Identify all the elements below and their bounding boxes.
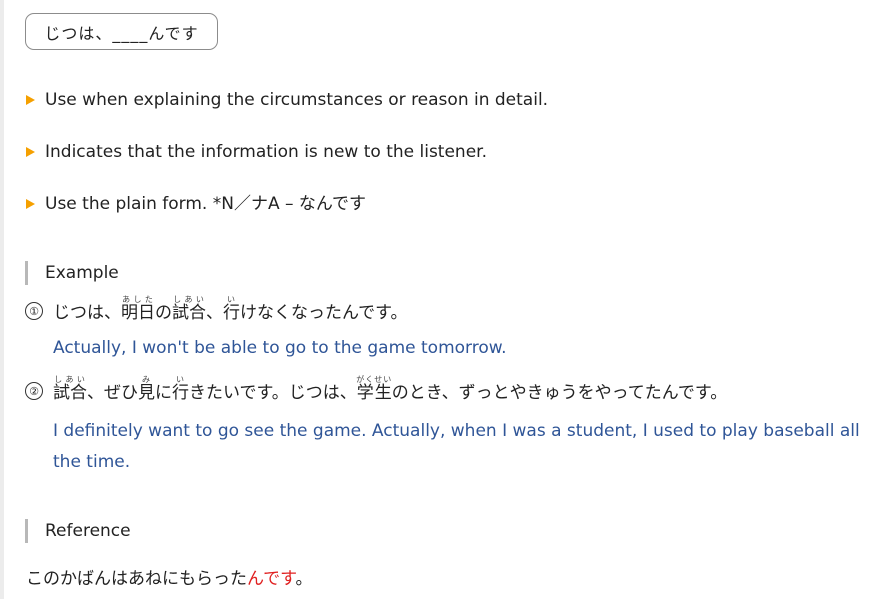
bullet-triangle-icon — [26, 95, 35, 105]
heading-bar — [25, 261, 28, 285]
example-1-japanese: ① じつは、明日あしたの試合しあい、行いけなくなったんです。 — [25, 295, 407, 323]
usage-note-text: Indicates that the information is new to… — [45, 142, 487, 162]
furigana-word: 試合しあい — [172, 295, 206, 323]
grammar-pattern-box: じつは、____んです — [25, 13, 218, 50]
heading-bar — [25, 519, 28, 543]
bullet-triangle-icon — [26, 147, 35, 157]
grammar-pattern-text: じつは、____んです — [44, 23, 199, 43]
furigana-word: 試合しあい — [53, 375, 87, 403]
furigana-word: 行い — [223, 295, 240, 323]
reference-heading: Reference — [25, 519, 131, 543]
furigana-word: 行い — [172, 375, 189, 403]
usage-note-text: Use the plain form. *N／ナA – なんです — [45, 194, 367, 214]
left-border — [0, 0, 4, 599]
example-sentence: 試合しあい、ぜひ見みに行いきたいです。じつは、学生がくせいのとき、ずっとやきゅう… — [53, 375, 728, 403]
furigana-word: 学生がくせい — [356, 375, 393, 403]
example-number: ① — [25, 302, 43, 320]
highlighted-grammar: んです — [247, 569, 296, 589]
usage-notes-list: Use when explaining the circumstances or… — [26, 87, 548, 243]
example-heading-text: Example — [45, 263, 119, 283]
bullet-triangle-icon — [26, 199, 35, 209]
usage-note-text: Use when explaining the circumstances or… — [45, 90, 549, 110]
reference-heading-text: Reference — [45, 521, 131, 541]
furigana-word: 明日あした — [121, 295, 155, 323]
example-2-translation: I definitely want to go see the game. Ac… — [53, 421, 860, 472]
example-heading: Example — [25, 261, 119, 285]
usage-note: Indicates that the information is new to… — [26, 139, 548, 191]
furigana-word: 見み — [138, 375, 155, 403]
usage-note: Use when explaining the circumstances or… — [26, 87, 548, 139]
usage-note: Use the plain form. *N／ナA – なんです — [26, 191, 548, 243]
reference-sentence: このかばんはあねにもらったんです。 — [26, 569, 313, 589]
example-sentence: じつは、明日あしたの試合しあい、行いけなくなったんです。 — [53, 295, 408, 323]
example-number: ② — [25, 382, 43, 400]
example-2-japanese: ② 試合しあい、ぜひ見みに行いきたいです。じつは、学生がくせいのとき、ずっとやき… — [25, 375, 727, 403]
example-1-translation: Actually, I won't be able to go to the g… — [53, 338, 507, 358]
